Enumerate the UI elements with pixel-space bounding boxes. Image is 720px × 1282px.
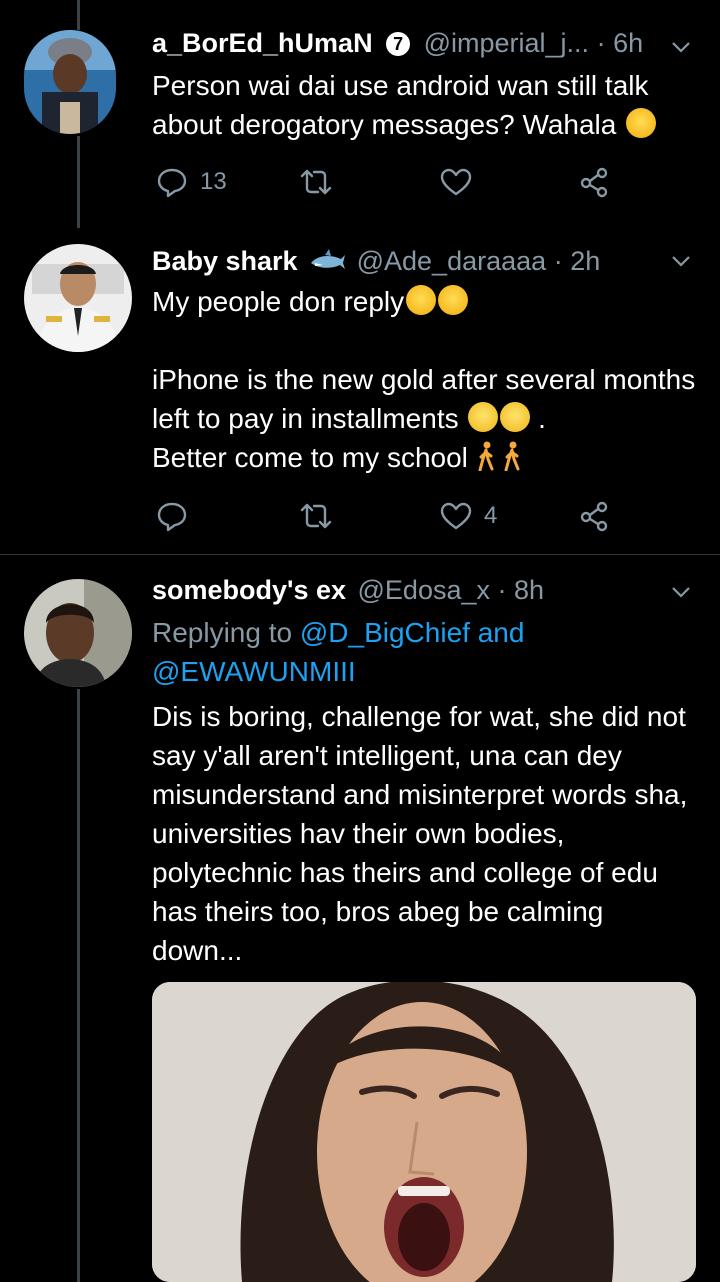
- timestamp[interactable]: 6h: [613, 28, 643, 58]
- replying-to: Replying to @D_BigChief and @EWAWUNMIII: [152, 617, 525, 687]
- reply-icon: [157, 502, 187, 532]
- laughing-emoji: [626, 108, 657, 138]
- mention-link[interactable]: @D_BigChief: [300, 617, 470, 648]
- retweet-button[interactable]: [300, 162, 344, 202]
- retweet-button[interactable]: [300, 496, 344, 536]
- tweet-text: Dis is boring, challenge for wat, she di…: [152, 701, 696, 966]
- display-name[interactable]: somebody's ex: [152, 575, 346, 605]
- handle[interactable]: @imperial_j...: [424, 28, 589, 58]
- reply-icon: [157, 168, 187, 198]
- thread-line: [77, 689, 80, 1282]
- reply-button[interactable]: 13: [156, 162, 227, 202]
- share-button[interactable]: [578, 162, 610, 202]
- reply-button[interactable]: [156, 496, 200, 536]
- share-button[interactable]: [578, 496, 610, 536]
- retweet-icon: [300, 503, 332, 529]
- thread-line: [77, 0, 80, 30]
- share-icon: [580, 501, 608, 532]
- walking-emoji: [504, 441, 520, 471]
- shark-emoji: [311, 249, 346, 269]
- walking-emoji: [478, 441, 494, 471]
- tweet-3[interactable]: somebody's ex @Edosa_x · 8h Replying to …: [0, 555, 720, 1282]
- tweet-header: a_BorEd_hUmaN 7 @imperial_j... · 6h: [152, 28, 643, 59]
- tweet-actions: 4: [152, 496, 622, 536]
- share-icon: [580, 167, 608, 198]
- tweet-text: Person wai dai use android wan still tal…: [152, 70, 657, 140]
- mention-link[interactable]: @EWAWUNMIII: [152, 656, 356, 687]
- laughing-emoji: [406, 285, 437, 315]
- avatar[interactable]: [24, 30, 116, 134]
- dot-separator: ·: [553, 246, 571, 276]
- dot-separator: ·: [596, 28, 614, 58]
- badge-icon: 7: [386, 32, 411, 56]
- thread-line: [77, 136, 80, 228]
- avatar[interactable]: [24, 244, 132, 352]
- eye-roll-emoji: [468, 402, 499, 432]
- handle[interactable]: @Ade_daraaaa: [357, 246, 547, 276]
- eye-roll-emoji: [500, 402, 531, 432]
- tweet-text: My people don reply: [152, 282, 697, 321]
- chevron-down-icon[interactable]: [670, 581, 692, 603]
- chevron-down-icon[interactable]: [670, 250, 692, 272]
- tweet-2[interactable]: Baby shark @Ade_daraaaa · 2h My people d…: [0, 228, 720, 554]
- display-name[interactable]: Baby shark: [152, 246, 298, 276]
- mention-and: and: [477, 617, 525, 648]
- tweet-actions: 13: [152, 162, 622, 202]
- handle[interactable]: @Edosa_x: [358, 575, 490, 605]
- display-name[interactable]: a_BorEd_hUmaN: [152, 28, 373, 58]
- laughing-emoji: [438, 285, 469, 315]
- like-icon: [440, 502, 472, 530]
- tweet-media-image[interactable]: [152, 982, 696, 1282]
- like-count: 4: [484, 502, 498, 529]
- like-button[interactable]: [440, 162, 484, 202]
- timestamp[interactable]: 8h: [514, 575, 544, 605]
- retweet-icon: [300, 169, 332, 195]
- timestamp[interactable]: 2h: [570, 246, 600, 276]
- tweet-text: iPhone is the new gold after several mon…: [152, 364, 703, 473]
- avatar[interactable]: [24, 579, 132, 687]
- chevron-down-icon[interactable]: [670, 36, 692, 58]
- reply-count: 13: [200, 168, 227, 195]
- like-button[interactable]: 4: [440, 496, 497, 536]
- dot-separator: ·: [497, 575, 515, 605]
- like-icon: [440, 168, 472, 196]
- tweet-1[interactable]: a_BorEd_hUmaN 7 @imperial_j... · 6h Pers…: [0, 0, 720, 228]
- tweet-header: Baby shark @Ade_daraaaa · 2h: [152, 246, 600, 277]
- tweet-header: somebody's ex @Edosa_x · 8h: [152, 575, 544, 606]
